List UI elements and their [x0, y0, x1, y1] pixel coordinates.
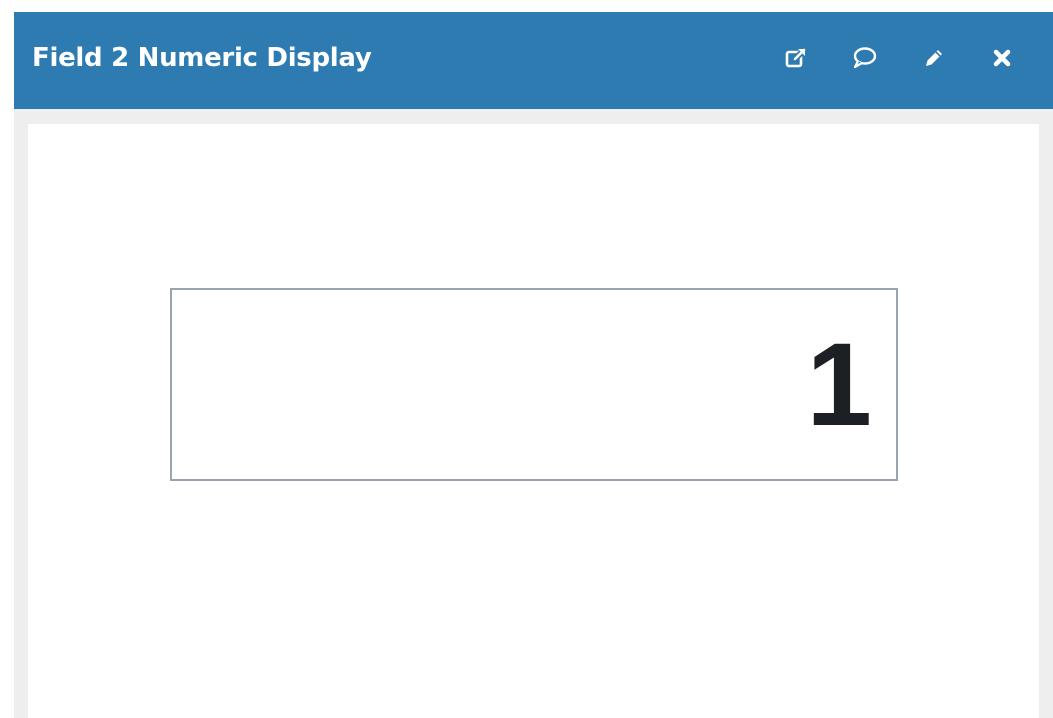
close-icon-glyph [993, 49, 1011, 67]
close-icon[interactable] [984, 40, 1020, 76]
pencil-icon[interactable] [916, 40, 952, 76]
external-link-icon[interactable] [778, 40, 814, 76]
comment-icon-glyph [853, 47, 877, 69]
widget-body: 1 [28, 124, 1039, 718]
comment-icon[interactable] [846, 40, 882, 76]
numeric-display-widget: Field 2 Numeric Display 1 [14, 12, 1053, 718]
numeric-display-box: 1 [170, 288, 898, 481]
widget-title: Field 2 Numeric Display [32, 43, 372, 73]
widget-header: Field 2 Numeric Display [14, 12, 1053, 109]
pencil-icon-glyph [926, 50, 942, 66]
external-link-icon-glyph [785, 46, 808, 68]
numeric-value: 1 [806, 319, 872, 451]
